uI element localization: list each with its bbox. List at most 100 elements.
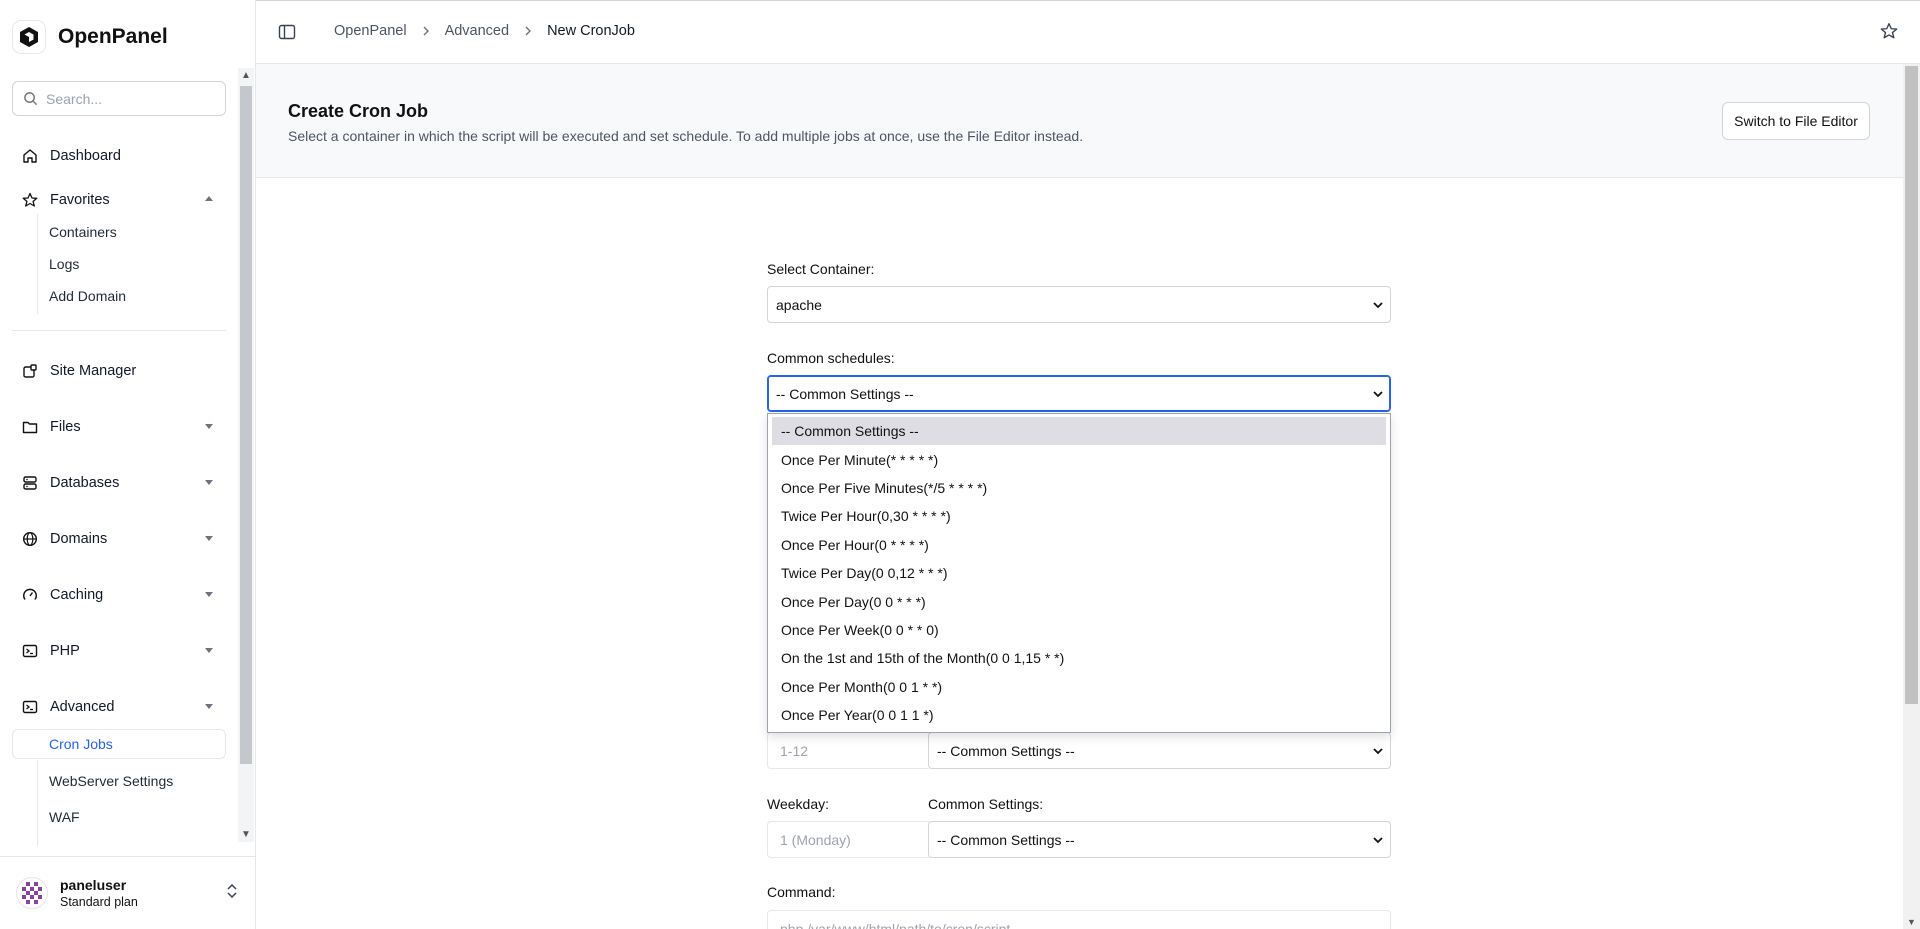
search-input[interactable]	[46, 90, 216, 107]
chevron-down-icon	[205, 592, 213, 597]
favorite-star-icon[interactable]	[1880, 22, 1898, 40]
sidebar-item-site-manager[interactable]: Site Manager	[12, 354, 226, 388]
sidebar-item-label: Domains	[50, 531, 108, 547]
sidebar-item-cron-jobs[interactable]: Cron Jobs	[12, 729, 226, 759]
weekday-common-label: Common Settings:	[928, 796, 1044, 812]
chevron-down-icon	[205, 536, 213, 541]
sidebar-item-caching[interactable]: Caching	[12, 578, 226, 612]
chevron-down-icon	[205, 704, 213, 709]
month-input[interactable]: 1-12	[767, 732, 929, 769]
chevron-up-icon	[205, 196, 213, 201]
chevron-down-icon	[205, 424, 213, 429]
weekday-input[interactable]: 1 (Monday)	[767, 821, 929, 858]
sidebar-item-webserver-settings[interactable]: WebServer Settings	[38, 766, 173, 796]
sidebar-item-files[interactable]: Files	[12, 410, 226, 444]
globe-icon	[22, 531, 38, 547]
dropdown-option[interactable]: Once Per Month(0 0 1 * *)	[772, 673, 1386, 701]
sidebar-item-label: PHP	[50, 643, 80, 659]
dropdown-option[interactable]: Once Per Five Minutes(*/5 * * * *)	[772, 474, 1386, 502]
chevron-down-icon	[205, 648, 213, 653]
home-icon	[23, 149, 37, 163]
scrollbar-thumb[interactable]	[240, 86, 252, 764]
sidebar-item-databases[interactable]: Databases	[12, 466, 226, 500]
scroll-down-icon[interactable]: ▼	[1907, 917, 1916, 927]
weekday-common-select[interactable]: -- Common Settings --	[928, 821, 1391, 858]
sidebar-toggle-icon[interactable]	[278, 23, 296, 41]
sidebar-item-label: Advanced	[50, 699, 115, 715]
sidebar-scrollbar[interactable]: ▲ ▼	[238, 68, 254, 842]
page-title: Create Cron Job	[288, 101, 429, 121]
breadcrumb-current: New CronJob	[547, 23, 635, 39]
terminal-icon	[22, 700, 38, 714]
chevron-down-icon	[1373, 391, 1383, 398]
sidebar: OpenPanel Dashboard Favorites Containers…	[0, 0, 256, 929]
sidebar-item-label: Favorites	[50, 192, 110, 208]
top-bar: OpenPanel Advanced New CronJob	[256, 0, 1920, 64]
chevron-right-icon	[423, 26, 429, 36]
chevron-down-icon	[1373, 748, 1383, 755]
sidebar-item-label: Caching	[50, 587, 104, 603]
brand[interactable]: OpenPanel	[12, 19, 168, 55]
breadcrumb: OpenPanel Advanced New CronJob	[334, 23, 635, 39]
chevron-down-icon	[1373, 302, 1383, 309]
dropdown-option[interactable]: Once Per Minute(* * * * *)	[772, 445, 1386, 473]
search-box[interactable]	[12, 81, 226, 116]
database-icon	[23, 476, 37, 490]
container-select[interactable]: apache	[767, 286, 1391, 323]
sidebar-item-favorites[interactable]: Favorites	[12, 183, 226, 217]
month-common-value: -- Common Settings --	[937, 742, 1075, 759]
sidebar-item-dashboard[interactable]: Dashboard	[12, 139, 226, 173]
page-header: Create Cron Job Select a container in wh…	[256, 64, 1903, 178]
chevron-down-icon	[1373, 837, 1383, 844]
dropdown-option[interactable]: On the 1st and 15th of the Month(0 0 1,1…	[772, 644, 1386, 672]
command-input[interactable]: php /var/www/html/path/to/cron/script	[767, 910, 1391, 929]
dropdown-option[interactable]: -- Common Settings --	[772, 417, 1386, 446]
search-icon	[24, 92, 38, 106]
page-description: Select a container in which the script w…	[288, 128, 1084, 144]
weekday-common-value: -- Common Settings --	[937, 831, 1075, 848]
dropdown-option[interactable]: Twice Per Hour(0,30 * * * *)	[772, 502, 1386, 530]
month-common-select[interactable]: -- Common Settings --	[928, 732, 1391, 769]
site-manager-icon	[23, 364, 37, 378]
common-schedules-select[interactable]: -- Common Settings --	[767, 375, 1391, 412]
user-name: paneluser	[60, 877, 127, 893]
weekday-label: Weekday:	[767, 796, 829, 812]
sidebar-item-domains[interactable]: Domains	[12, 522, 226, 556]
avatar	[16, 877, 48, 909]
sidebar-item-add-domain[interactable]: Add Domain	[38, 281, 126, 311]
user-menu[interactable]: paneluser Standard plan	[0, 856, 256, 929]
breadcrumb-openpanel[interactable]: OpenPanel	[334, 23, 407, 39]
scroll-down-icon[interactable]: ▼	[241, 829, 251, 840]
sidebar-nav: Dashboard Favorites Containers Logs Add …	[0, 130, 238, 846]
chevrons-up-down-icon[interactable]	[226, 883, 238, 899]
dropdown-option[interactable]: Once Per Week(0 0 * * 0)	[772, 616, 1386, 644]
scrollbar-thumb[interactable]	[1905, 66, 1918, 704]
user-info: paneluser Standard plan	[60, 877, 138, 909]
sidebar-item-advanced[interactable]: Advanced	[12, 690, 226, 724]
user-plan: Standard plan	[60, 895, 138, 909]
page-scrollbar[interactable]: ▼	[1903, 64, 1920, 929]
command-label: Command:	[767, 884, 836, 900]
sidebar-item-logs[interactable]: Logs	[38, 249, 79, 279]
sidebar-item-label: Databases	[50, 475, 120, 491]
dropdown-option[interactable]: Once Per Day(0 0 * * *)	[772, 587, 1386, 615]
dropdown-option[interactable]: Once Per Hour(0 * * * *)	[772, 531, 1386, 559]
breadcrumb-advanced[interactable]: Advanced	[445, 23, 510, 39]
divider	[12, 330, 226, 331]
chevron-down-icon	[205, 480, 213, 485]
folder-icon	[22, 421, 38, 434]
switch-to-file-editor-button[interactable]: Switch to File Editor	[1722, 102, 1870, 140]
dropdown-option[interactable]: Twice Per Day(0 0,12 * * *)	[772, 559, 1386, 587]
sidebar-item-label: Files	[50, 419, 81, 435]
star-icon	[22, 192, 38, 207]
common-schedules-value: -- Common Settings --	[776, 385, 914, 402]
sidebar-item-php[interactable]: PHP	[12, 634, 226, 668]
sidebar-item-containers[interactable]: Containers	[38, 217, 117, 247]
sidebar-item-waf[interactable]: WAF	[38, 802, 80, 832]
dropdown-option[interactable]: Once Per Year(0 0 1 1 *)	[772, 701, 1386, 729]
terminal-icon	[22, 644, 38, 658]
container-label: Select Container:	[767, 261, 875, 277]
app-name: OpenPanel	[58, 25, 168, 48]
sidebar-item-label: Dashboard	[50, 148, 121, 164]
scroll-up-icon[interactable]: ▲	[241, 70, 251, 81]
